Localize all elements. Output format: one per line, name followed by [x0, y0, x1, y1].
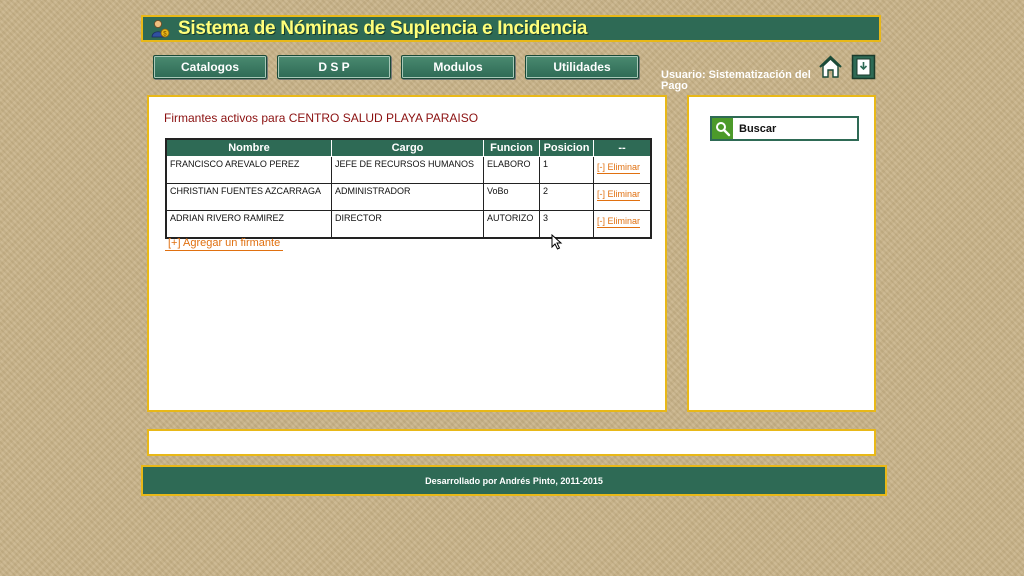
app-title: Sistema de Nóminas de Suplencia e Incide… — [178, 17, 588, 39]
search-box[interactable]: Buscar — [710, 116, 859, 141]
exit-icon[interactable] — [851, 54, 876, 80]
col-funcion: Funcion — [483, 139, 540, 157]
nav-modulos-button[interactable]: Modulos — [401, 55, 515, 79]
table-row: ADRIAN RIVERO RAMIREZ DIRECTOR AUTORIZO … — [165, 210, 652, 239]
search-label: Buscar — [739, 122, 777, 135]
footer: Desarrollado por Andrés Pinto, 2011-2015 — [141, 465, 887, 496]
user-label: Usuario: Sistematización del Pago — [661, 69, 811, 92]
cell-funcion: ELABORO — [483, 156, 540, 184]
cell-action: [-] Eliminar — [593, 210, 652, 239]
cell-posicion: 2 — [539, 183, 594, 211]
nav-catalogos-button[interactable]: Catalogos — [153, 55, 267, 79]
delete-link[interactable]: [-] Eliminar — [597, 189, 641, 201]
cell-action: [-] Eliminar — [593, 183, 652, 211]
cell-cargo: JEFE DE RECURSOS HUMANOS — [331, 156, 484, 184]
col-cargo: Cargo — [331, 139, 484, 157]
app-header: $ Sistema de Nóminas de Suplencia e Inci… — [141, 15, 881, 42]
footer-text: Desarrollado por Andrés Pinto, 2011-2015 — [425, 475, 603, 486]
search-icon — [712, 118, 733, 139]
nav-utilidades-button[interactable]: Utilidades — [525, 55, 639, 79]
message-strip — [147, 429, 876, 456]
mouse-cursor-icon — [551, 234, 563, 250]
table-row: CHRISTIAN FUENTES AZCARRAGA ADMINISTRADO… — [165, 183, 652, 211]
signers-table: Nombre Cargo Funcion Posicion -- FRANCIS… — [165, 138, 652, 239]
col-posicion: Posicion — [539, 139, 594, 157]
add-signer-link[interactable]: [+] Agregar un firmante — [165, 237, 284, 251]
cell-cargo: ADMINISTRADOR — [331, 183, 484, 211]
cell-nombre: ADRIAN RIVERO RAMIREZ — [165, 210, 332, 239]
user-money-icon: $ — [151, 19, 170, 37]
delete-link[interactable]: [-] Eliminar — [597, 162, 641, 174]
home-icon[interactable] — [818, 54, 843, 80]
cell-nombre: CHRISTIAN FUENTES AZCARRAGA — [165, 183, 332, 211]
page-title: Firmantes activos para CENTRO SALUD PLAY… — [164, 111, 479, 125]
nav-dsp-button[interactable]: D S P — [277, 55, 391, 79]
cell-funcion: AUTORIZO — [483, 210, 540, 239]
cell-posicion: 3 — [539, 210, 594, 239]
col-actions: -- — [593, 139, 652, 157]
delete-link[interactable]: [-] Eliminar — [597, 216, 641, 228]
cell-posicion: 1 — [539, 156, 594, 184]
main-panel: Firmantes activos para CENTRO SALUD PLAY… — [147, 95, 667, 412]
cell-nombre: FRANCISCO AREVALO PEREZ — [165, 156, 332, 184]
cell-cargo: DIRECTOR — [331, 210, 484, 239]
col-nombre: Nombre — [165, 139, 332, 157]
table-row: FRANCISCO AREVALO PEREZ JEFE DE RECURSOS… — [165, 156, 652, 184]
cell-funcion: VoBo — [483, 183, 540, 211]
sidebar-panel: Buscar — [687, 95, 876, 412]
table-header-row: Nombre Cargo Funcion Posicion -- — [165, 139, 652, 157]
cell-action: [-] Eliminar — [593, 156, 652, 184]
